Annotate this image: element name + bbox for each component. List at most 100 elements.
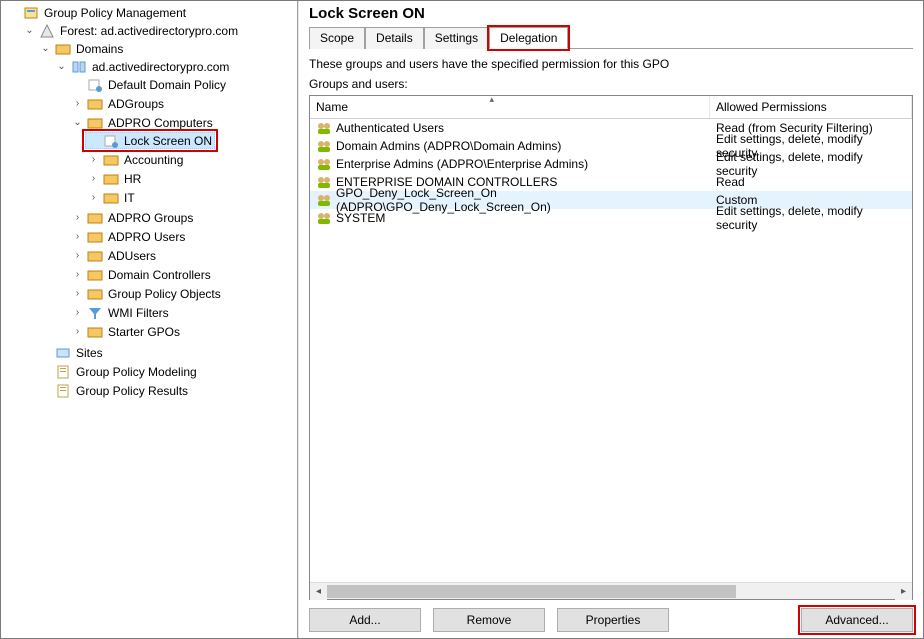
tree-gpo-lock-screen-on[interactable]: Lock Screen ON [85,132,215,149]
tree-domain[interactable]: ⌄ ad.activedirectorypro.com [53,58,232,75]
ou-icon [87,248,103,264]
ou-icon [103,190,119,206]
tree-ou-hr[interactable]: › HR [85,170,144,187]
sort-ascending-icon: ▴ [490,94,495,105]
domain-icon [71,59,87,75]
column-label: Name [316,100,348,114]
tree-wmi-filters[interactable]: › WMI Filters [69,304,172,321]
ou-icon [87,229,103,245]
chevron-right-icon[interactable]: › [72,326,83,337]
delegation-listview[interactable]: Name ▴ Allowed Permissions Authenticated… [309,95,913,600]
tree-sites[interactable]: Sites [37,344,106,361]
add-button[interactable]: Add... [309,608,421,632]
tree-gp-modeling[interactable]: Group Policy Modeling [37,363,200,380]
folder-icon [87,286,103,302]
chevron-right-icon[interactable]: › [72,231,83,242]
tree-label: WMI Filters [106,306,169,320]
chevron-down-icon[interactable]: ⌄ [56,61,67,72]
tree-ou-adpro-users[interactable]: › ADPRO Users [69,228,188,245]
tree-starter-gpos[interactable]: › Starter GPOs [69,323,183,340]
tree-forest[interactable]: ⌄ Forest: ad.activedirectorypro.com [21,22,241,39]
list-item[interactable]: Enterprise Admins (ADPRO\Enterprise Admi… [310,155,912,173]
tab-scope[interactable]: Scope [309,27,365,49]
ou-icon [103,171,119,187]
gpo-link-icon [87,77,103,93]
chevron-right-icon[interactable]: › [88,192,99,203]
chevron-right-icon[interactable]: › [72,307,83,318]
groups-users-label: Groups and users: [309,77,913,91]
column-header-name[interactable]: Name ▴ [310,96,710,118]
chevron-down-icon[interactable]: ⌄ [40,43,51,54]
remove-button[interactable]: Remove [433,608,545,632]
scroll-left-icon[interactable]: ◂ [310,583,327,600]
principal-name: Domain Admins (ADPRO\Domain Admins) [336,139,561,153]
scroll-thumb[interactable] [327,585,736,598]
chevron-down-icon[interactable]: ⌄ [24,25,35,36]
advanced-button[interactable]: Advanced... [801,608,913,632]
tree-ou-adpro-computers[interactable]: ⌄ ADPRO Computers [69,114,216,131]
tab-settings[interactable]: Settings [424,27,489,49]
tree-ou-domain-controllers[interactable]: › Domain Controllers [69,266,214,283]
ou-icon [87,115,103,131]
tree-label: ADPRO Computers [106,116,213,130]
chevron-down-icon[interactable]: ⌄ [72,117,83,128]
principal-name: Authenticated Users [336,121,444,135]
ou-icon [103,152,119,168]
tree-gp-results[interactable]: Group Policy Results [37,382,191,399]
listview-body[interactable]: Authenticated UsersRead (from Security F… [310,119,912,582]
tree-gpo-objects[interactable]: › Group Policy Objects [69,285,224,302]
tree-domains[interactable]: ⌄ Domains [37,40,126,57]
properties-button[interactable]: Properties [557,608,669,632]
tab-delegation[interactable]: Delegation [489,27,568,49]
tree-ou-accounting[interactable]: › Accounting [85,151,186,168]
tree-label: Forest: ad.activedirectorypro.com [58,24,238,38]
tree-label: HR [122,172,141,186]
tab-details[interactable]: Details [365,27,424,49]
tree-default-domain-policy[interactable]: Default Domain Policy [69,76,229,93]
scroll-track[interactable] [327,583,895,599]
principal-name: Enterprise Admins (ADPRO\Enterprise Admi… [336,157,588,171]
group-icon [316,138,332,154]
chevron-right-icon[interactable]: › [72,288,83,299]
tree-ou-it[interactable]: › IT [85,189,138,206]
column-header-permissions[interactable]: Allowed Permissions [710,96,912,118]
ou-icon [87,96,103,112]
tree-ou-adpro-groups[interactable]: › ADPRO Groups [69,209,196,226]
tree-ou-adusers[interactable]: › ADUsers [69,247,159,264]
ou-icon [87,210,103,226]
tree-root-gpm[interactable]: Group Policy Management [5,4,189,21]
chevron-right-icon[interactable]: › [88,173,99,184]
tree-label: ADGroups [106,97,164,111]
chevron-right-icon[interactable]: › [72,250,83,261]
group-icon [316,156,332,172]
tree-label: Sites [74,346,103,360]
chevron-right-icon[interactable]: › [72,98,83,109]
horizontal-scrollbar[interactable]: ◂ ▸ [310,582,912,599]
permission-text: Read [716,175,745,189]
tree-label: Group Policy Management [42,6,186,20]
tree-label: ADUsers [106,249,156,263]
permission-text: Edit settings, delete, modify security [716,204,906,232]
column-label: Allowed Permissions [716,100,827,114]
group-icon [316,210,332,226]
tree-label: Domains [74,42,123,56]
delegation-description: These groups and users have the specifie… [309,57,913,71]
gpo-link-icon [103,133,119,149]
chevron-right-icon[interactable]: › [72,269,83,280]
group-icon [316,120,332,136]
details-panel: Lock Screen ON Scope Details Settings De… [298,1,923,638]
tree-label: Group Policy Results [74,384,188,398]
list-item[interactable]: SYSTEMEdit settings, delete, modify secu… [310,209,912,227]
principal-name: SYSTEM [336,211,385,225]
navigation-tree[interactable]: Group Policy Management ⌄ Forest: ad.act… [1,1,298,638]
chevron-right-icon[interactable]: › [72,212,83,223]
tree-label: Default Domain Policy [106,78,226,92]
tree-ou-adgroups[interactable]: › ADGroups [69,95,167,112]
tree-label: Starter GPOs [106,325,180,339]
sites-icon [55,345,71,361]
tree-label: Lock Screen ON [122,134,212,148]
scroll-right-icon[interactable]: ▸ [895,583,912,600]
chevron-right-icon[interactable]: › [88,154,99,165]
tree-label: IT [122,191,135,205]
tree-label: ADPRO Users [106,230,185,244]
